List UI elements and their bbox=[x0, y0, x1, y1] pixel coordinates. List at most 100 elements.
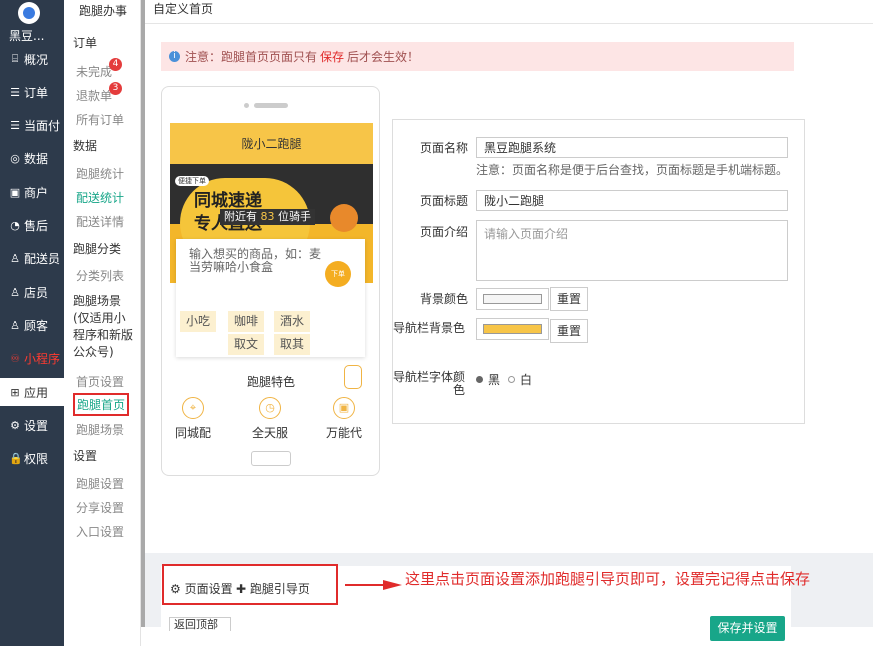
radio-black[interactable]: 黑 bbox=[476, 371, 500, 388]
features-title: 跑腿特色 bbox=[247, 375, 296, 389]
subnav-item-category-list[interactable]: 分类列表 bbox=[76, 267, 124, 284]
nav-item-settings[interactable]: ⚙ 设置 bbox=[0, 411, 64, 439]
nav-item-label: 设置 bbox=[24, 418, 49, 433]
notice-suffix: 后才会生效！ bbox=[347, 50, 420, 64]
bottom-tabs-highlight: ⚙ 页面设置 ✚ 跑腿引导页 bbox=[162, 564, 338, 605]
nav-item-face-pay[interactable]: ☰ 当面付 bbox=[0, 111, 64, 139]
banner-tag: 便捷下单 bbox=[175, 176, 209, 186]
nav-item-label: 小程序 bbox=[24, 351, 61, 366]
location-icon: ⌖ bbox=[182, 397, 204, 419]
subnav-item-delivery-stats[interactable]: 配送统计 bbox=[76, 189, 124, 206]
nav-item-label: 概况 bbox=[24, 52, 49, 67]
bg-color-swatch bbox=[483, 294, 542, 304]
subnav-item-errand-stats[interactable]: 跑腿统计 bbox=[76, 165, 124, 182]
subnav-group-settings: 设置 bbox=[73, 449, 98, 463]
phone-camera-icon bbox=[244, 103, 249, 108]
navbar-color-swatch bbox=[483, 324, 542, 334]
page-name-label: 页面名称 bbox=[419, 141, 468, 155]
phone-preview: 陇小二跑腿 便捷下单 同城速递 专人直送 附近有 83 位骑手 输入想买的商品，… bbox=[161, 86, 380, 476]
navbar-font-color-label: 导航栏字体颜色 bbox=[393, 370, 466, 397]
nav-item-apps[interactable]: ⊞ 应用 bbox=[0, 378, 64, 406]
feature-any-errand[interactable]: ▣ 万能代 bbox=[319, 397, 369, 441]
page-title-input[interactable] bbox=[476, 190, 788, 211]
chip-liquor[interactable]: 酒水 bbox=[274, 311, 311, 332]
banner-near-prefix: 附近有 bbox=[224, 210, 257, 223]
nav-item-label: 订单 bbox=[24, 85, 49, 100]
chip-fetch-other[interactable]: 取其 bbox=[274, 334, 311, 355]
subnav-group-scene: 跑腿场景 (仅适用小程序和新版公众号) bbox=[73, 294, 134, 359]
phone-speaker bbox=[254, 103, 288, 108]
bg-color-picker[interactable] bbox=[476, 288, 549, 310]
feature-label: 同城配 bbox=[174, 426, 211, 440]
annotation-text: 这里点击页面设置添加跑腿引导页即可，设置完记得点击保存 bbox=[405, 570, 811, 588]
nav-item-permissions[interactable]: 🔒 权限 bbox=[0, 444, 64, 472]
customer-icon: ♙ bbox=[10, 318, 20, 332]
nav-item-data[interactable]: ◎ 数据 bbox=[0, 144, 64, 172]
chip-coffee[interactable]: 咖啡 bbox=[228, 311, 265, 332]
staff-icon: ♙ bbox=[10, 285, 20, 299]
page-desc-textarea[interactable]: 请输入页面介绍 bbox=[476, 220, 788, 281]
phone-navbar-title[interactable]: 陇小二跑腿 bbox=[170, 123, 373, 164]
page-settings-tab[interactable]: ⚙ 页面设置 bbox=[170, 580, 233, 597]
brand-name: 黑豆... bbox=[9, 29, 45, 43]
guide-page-tab[interactable]: ✚ 跑腿引导页 bbox=[236, 580, 310, 597]
nav-item-staff[interactable]: ♙ 店员 bbox=[0, 278, 64, 306]
subnav-item-all-orders[interactable]: 所有订单 bbox=[76, 111, 124, 128]
subnav-group-orders: 订单 bbox=[73, 36, 98, 50]
subnav-item-unfinished[interactable]: 未完成 bbox=[76, 63, 112, 80]
page-settings-label: 页面设置 bbox=[184, 582, 233, 596]
mini-program-icon: ♾ bbox=[10, 351, 20, 365]
radio-black-dot bbox=[476, 376, 483, 383]
feature-label: 全天服 bbox=[251, 426, 288, 440]
nav-item-merchants[interactable]: ▣ 商户 bbox=[0, 178, 64, 206]
nav-item-customers[interactable]: ♙ 顾客 bbox=[0, 311, 64, 339]
subnav-item-refund[interactable]: 退款单 bbox=[76, 87, 112, 104]
feature-all-day[interactable]: ◷ 全天服 bbox=[245, 397, 295, 441]
subnav-item-entry-settings[interactable]: 入口设置 bbox=[76, 523, 124, 540]
sidebar-scrollbar[interactable] bbox=[141, 0, 145, 627]
feature-same-city[interactable]: ⌖ 同城配 bbox=[168, 397, 218, 441]
phone-search-card[interactable]: 输入想买的商品，如：麦当劳嘛哈小食盒 下单 小吃 咖啡 酒水 取文 取其 bbox=[176, 239, 365, 357]
radio-black-label: 黑 bbox=[488, 373, 501, 387]
side-float-icon[interactable] bbox=[344, 365, 362, 389]
nav-item-label: 店员 bbox=[24, 285, 49, 300]
subnav-item-share-settings[interactable]: 分享设置 bbox=[76, 499, 124, 516]
phone-home-button bbox=[251, 451, 291, 466]
notice-banner: i 注意：跑腿首页页面只有 保存 后才会生效！ bbox=[161, 42, 794, 71]
subnav-item-errand-settings[interactable]: 跑腿设置 bbox=[76, 475, 124, 492]
navbar-color-reset-button[interactable]: 重置 bbox=[550, 319, 588, 343]
banner-rider-count: 83 bbox=[260, 210, 275, 223]
back-to-top-button[interactable]: 返回顶部 bbox=[169, 617, 231, 631]
page-title-label: 页面标题 bbox=[419, 194, 468, 208]
navbar-color-picker[interactable] bbox=[476, 318, 549, 340]
nav-item-orders[interactable]: ☰ 订单 bbox=[0, 78, 64, 106]
chip-snack[interactable]: 小吃 bbox=[180, 311, 217, 332]
nav-item-mini-program[interactable]: ♾ 小程序 bbox=[0, 344, 64, 372]
nav-item-label: 应用 bbox=[24, 385, 49, 400]
nav-item-label: 权限 bbox=[24, 451, 49, 466]
bg-color-reset-button[interactable]: 重置 bbox=[550, 287, 588, 311]
subnav-item-delivery-detail[interactable]: 配送详情 bbox=[76, 213, 124, 230]
order-go-button[interactable]: 下单 bbox=[325, 261, 351, 287]
apps-icon: ⊞ bbox=[10, 385, 20, 399]
sub-sidebar: 跑腿办事 订单 未完成 4 退款单 3 所有订单 数据 跑腿统计 配送统计 配送… bbox=[64, 0, 141, 646]
merchants-icon: ▣ bbox=[9, 185, 21, 199]
radio-white[interactable]: 白 bbox=[508, 371, 532, 388]
after-sales-icon: ◔ bbox=[10, 218, 20, 232]
save-and-set-button[interactable]: 保存并设置 bbox=[710, 616, 785, 641]
nav-item-after-sales[interactable]: ◔ 售后 bbox=[0, 211, 64, 239]
nav-item-couriers[interactable]: ♙ 配送员 bbox=[0, 244, 64, 272]
plus-icon: ✚ bbox=[236, 582, 247, 596]
subnav-item-errand-scene[interactable]: 跑腿场景 bbox=[76, 421, 124, 438]
annotation-arrow-icon bbox=[345, 580, 402, 590]
notice-prefix: 注意：跑腿首页页面只有 bbox=[185, 50, 318, 64]
subnav-item-home-settings[interactable]: 首页设置 bbox=[76, 373, 124, 390]
gear-icon: ⚙ bbox=[170, 582, 181, 596]
navbar-bg-label: 导航栏背景色 bbox=[393, 321, 466, 335]
app-logo-icon bbox=[18, 2, 40, 24]
nav-item-overview[interactable]: ⌸ 概况 bbox=[0, 45, 64, 73]
subnav-item-errand-home[interactable]: 跑腿首页 bbox=[73, 393, 130, 416]
chip-fetch-doc[interactable]: 取文 bbox=[228, 334, 265, 355]
feature-label: 万能代 bbox=[325, 426, 362, 440]
page-name-input[interactable] bbox=[476, 137, 788, 158]
